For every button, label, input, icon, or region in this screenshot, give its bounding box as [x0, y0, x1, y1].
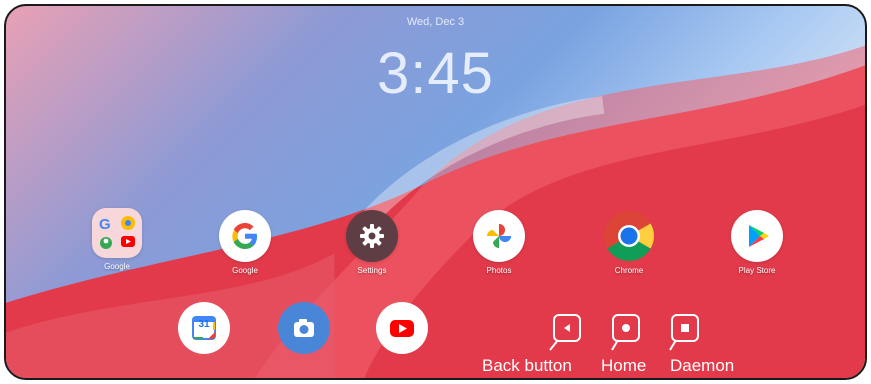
annotation-pointers [549, 339, 677, 351]
home-annotation: Home [601, 356, 647, 375]
daemon-annotation: Daemon [670, 356, 735, 375]
back-button-annotation: Back button [482, 356, 572, 375]
device-screen: Wed, Dec 3 3:45 G Google Google Settings… [4, 4, 867, 380]
